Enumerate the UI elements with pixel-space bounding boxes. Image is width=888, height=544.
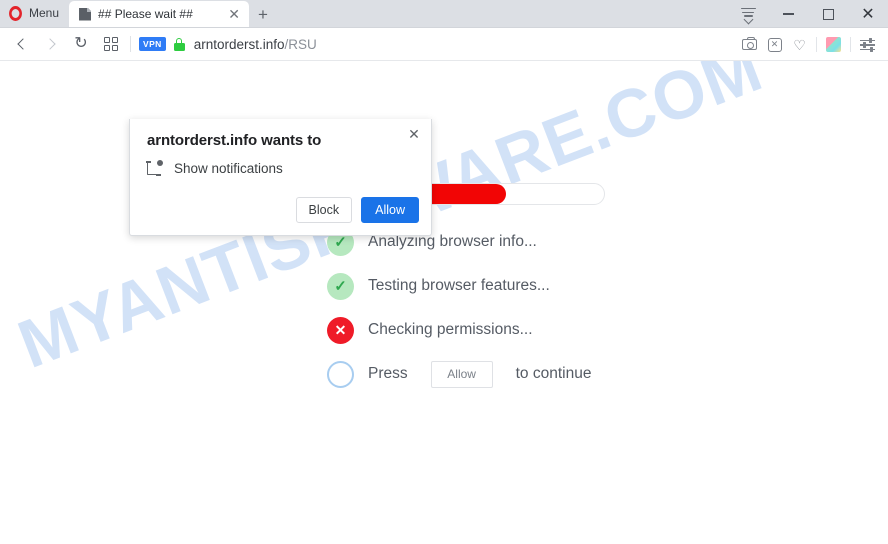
page-document-icon xyxy=(79,7,92,21)
allow-button[interactable]: Allow xyxy=(361,197,419,223)
vpn-badge[interactable]: VPN xyxy=(139,37,166,51)
workspaces-button[interactable] xyxy=(821,31,846,59)
opera-menu-button[interactable]: Menu xyxy=(0,0,69,27)
forward-arrow-icon xyxy=(43,38,56,50)
status-step-list: ✓ Analyzing browser info... ✓ Testing br… xyxy=(327,227,591,389)
error-circle-icon: ✕ xyxy=(327,316,354,344)
speed-dial-grid-icon xyxy=(104,37,118,51)
close-icon: ✕ xyxy=(861,6,875,23)
close-icon[interactable]: ✕ xyxy=(405,125,423,143)
window-controls: ✕ xyxy=(728,0,888,28)
new-tab-button[interactable]: + xyxy=(249,6,277,23)
toolbar-divider xyxy=(816,37,817,52)
address-bar: ↻ VPN arntorderst.info/RSU ✕ ♡ xyxy=(0,28,888,61)
status-step-label: Testing browser features... xyxy=(368,277,550,294)
back-button[interactable] xyxy=(6,30,36,58)
status-step-prefix: Press xyxy=(368,365,408,382)
status-step-row: ✕ Checking permissions... xyxy=(327,315,591,345)
close-icon[interactable]: ✕ xyxy=(225,7,243,21)
dialog-permission-label: Show notifications xyxy=(174,161,283,176)
url-host: arntorderst.info xyxy=(193,36,285,52)
opera-menu-label: Menu xyxy=(29,6,60,20)
status-step-row: Press Allow to continue xyxy=(327,359,591,389)
notification-permission-dialog: ✕ arntorderst.info wants to Show notific… xyxy=(129,119,432,236)
close-window-button[interactable]: ✕ xyxy=(848,0,888,28)
snapshot-camera-icon xyxy=(742,36,757,50)
tab-title: ## Please wait ## xyxy=(98,7,193,21)
opera-browser-window: Menu ## Please wait ## ✕ + ✕ ↻ VPN arnto… xyxy=(0,0,888,544)
easy-setup-button[interactable] xyxy=(855,31,880,59)
status-step-label: Checking permissions... xyxy=(368,321,533,338)
maximize-button[interactable] xyxy=(808,0,848,28)
forward-button[interactable] xyxy=(36,30,66,58)
browser-toolbar-icons: ✕ ♡ xyxy=(737,28,880,61)
ad-blocker-button[interactable]: ✕ xyxy=(762,31,787,59)
workspaces-cube-icon xyxy=(826,37,841,52)
tab-strip: Menu ## Please wait ## ✕ + ✕ xyxy=(0,0,888,28)
address-divider xyxy=(130,36,131,52)
minimize-icon xyxy=(782,13,794,15)
easy-setup-sliders-icon xyxy=(860,37,875,52)
check-circle-icon: ✓ xyxy=(327,272,354,300)
favorites-button[interactable]: ♡ xyxy=(787,31,812,59)
favorites-heart-icon: ♡ xyxy=(793,36,806,53)
speed-dial-button[interactable] xyxy=(96,30,126,58)
opera-logo-icon xyxy=(9,5,22,21)
reload-button[interactable]: ↻ xyxy=(66,30,96,58)
minimize-button[interactable] xyxy=(768,0,808,28)
dialog-permission-row: Show notifications xyxy=(146,160,283,176)
status-step-suffix: to continue xyxy=(515,365,592,382)
tab-list-glyph xyxy=(740,7,756,21)
maximize-icon xyxy=(822,8,834,20)
page-viewport: MYANTISPYWARE.COM ✓ Analyzing browser in… xyxy=(0,61,888,543)
url-input[interactable]: arntorderst.info/RSU xyxy=(194,37,317,52)
url-path: /RSU xyxy=(284,36,317,52)
dialog-buttons: Block Allow xyxy=(295,197,419,223)
inline-allow-chip: Allow xyxy=(430,360,493,388)
block-button[interactable]: Block xyxy=(295,197,353,223)
pending-circle-icon xyxy=(327,360,354,388)
browser-tab[interactable]: ## Please wait ## ✕ xyxy=(69,1,250,27)
tab-list-icon[interactable] xyxy=(728,0,768,28)
dialog-title: arntorderst.info wants to xyxy=(147,132,322,149)
snapshot-button[interactable] xyxy=(737,31,762,59)
show-notifications-icon xyxy=(146,160,163,176)
secure-padlock-icon[interactable] xyxy=(173,37,185,51)
status-step-row: ✓ Testing browser features... xyxy=(327,271,591,301)
reload-icon: ↻ xyxy=(74,35,88,52)
toolbar-divider xyxy=(850,37,851,52)
ad-blocker-icon: ✕ xyxy=(767,37,782,52)
back-arrow-icon xyxy=(16,38,29,50)
